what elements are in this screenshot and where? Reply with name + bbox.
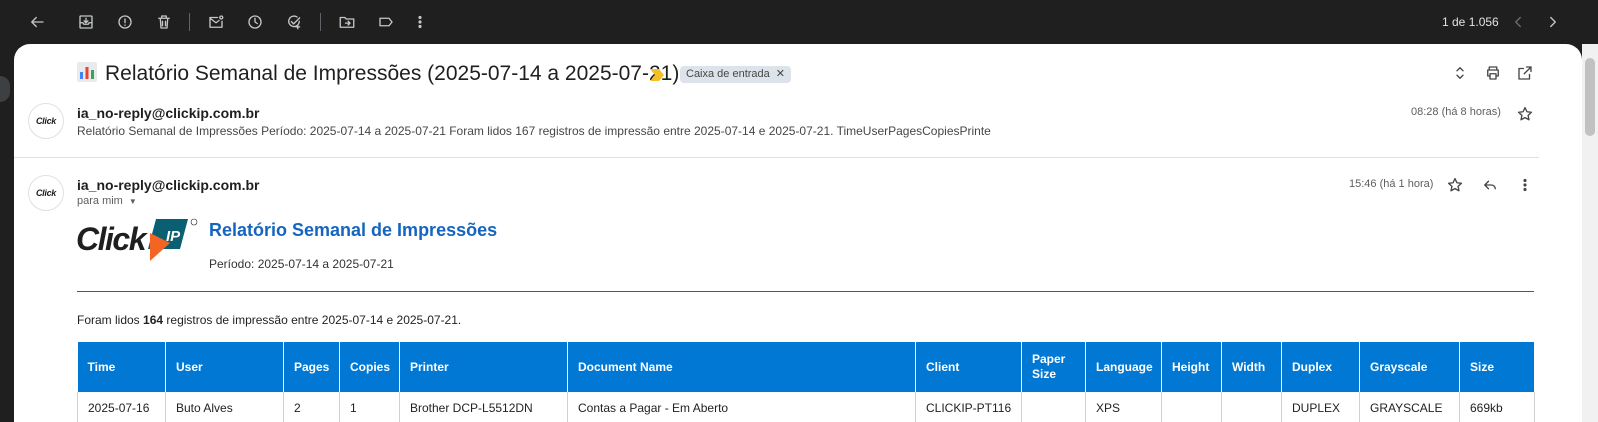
recipient-text: para mim <box>77 195 123 207</box>
older-chevron-icon[interactable] <box>1541 10 1565 34</box>
table-cell: XPS <box>1085 392 1162 422</box>
message-time: 08:28 (há 8 horas) <box>1411 106 1501 118</box>
vertical-scrollbar[interactable] <box>1582 44 1598 422</box>
subject-text: Relatório Semanal de Impressões (2025-07… <box>105 62 680 85</box>
reply-icon[interactable] <box>1479 174 1501 196</box>
inbox-label-chip: Caixa de entrada ✕ <box>680 66 791 83</box>
dropdown-caret-icon[interactable]: ▼ <box>129 197 137 206</box>
column-header: Copies <box>339 342 400 392</box>
label-chip-text: Caixa de entrada <box>686 68 770 80</box>
table-cell <box>1221 392 1282 422</box>
message-time: 15:46 (há 1 hora) <box>1349 178 1434 190</box>
thread-subject: Relatório Semanal de Impressões (2025-07… <box>77 62 679 86</box>
mark-unread-icon[interactable] <box>204 10 228 34</box>
sender-email[interactable]: ia_no-reply@clickip.com.br <box>77 177 260 193</box>
recipient-details[interactable]: para mim ▼ <box>77 195 137 207</box>
table-cell <box>1021 392 1086 422</box>
record-count: 164 <box>143 313 164 327</box>
table-row: 2025-07-16 Buto Alves 2 1 Brother DCP-L5512D… <box>77 392 1535 422</box>
column-header: Language <box>1085 342 1162 392</box>
table-cell: 2025-07-16 <box>77 392 166 422</box>
table-cell: 1 <box>339 392 400 422</box>
table-cell: GRAYSCALE <box>1359 392 1460 422</box>
table-cell: 2 <box>283 392 340 422</box>
expand-all-icon[interactable] <box>1449 62 1471 84</box>
back-arrow-icon[interactable] <box>25 10 49 34</box>
open-new-window-icon[interactable] <box>1514 62 1536 84</box>
intro-text: Foram lidos 164 registros de impressão e… <box>77 313 462 327</box>
column-header: Pages <box>283 342 340 392</box>
table-cell: CLICKIP-PT116 <box>915 392 1022 422</box>
column-header: Grayscale <box>1359 342 1460 392</box>
label-icon[interactable] <box>374 10 398 34</box>
remove-label-icon[interactable]: ✕ <box>776 68 785 80</box>
logo-text: Click <box>76 221 149 257</box>
column-header: Paper Size <box>1021 342 1086 392</box>
table-cell: Contas a Pagar - Em Aberto <box>567 392 916 422</box>
column-header: Width <box>1221 342 1282 392</box>
reading-pane: Relatório Semanal de Impressões (2025-07… <box>14 44 1582 422</box>
sender-avatar: Click <box>28 103 64 139</box>
column-header: Printer <box>399 342 568 392</box>
move-to-icon[interactable] <box>335 10 359 34</box>
star-icon[interactable] <box>1514 103 1536 125</box>
column-header: User <box>165 342 284 392</box>
column-header: Height <box>1161 342 1222 392</box>
table-cell: 669kb <box>1459 392 1535 422</box>
more-vert-icon[interactable] <box>408 10 432 34</box>
column-header: Document Name <box>567 342 916 392</box>
top-toolbar: 1 de 1.056 <box>0 0 1598 44</box>
table-cell: Brother DCP-L5512DN <box>399 392 568 422</box>
title-divider <box>77 291 1534 292</box>
more-vert-icon[interactable] <box>1514 174 1536 196</box>
bar-chart-icon <box>77 62 97 82</box>
delete-icon[interactable] <box>152 10 176 34</box>
message-snippet[interactable]: Relatório Semanal de Impressões Período:… <box>77 124 991 138</box>
column-header: Size <box>1459 342 1535 392</box>
print-report-table: Time User Pages Copies Printer Document Name C… <box>77 342 1535 422</box>
clickip-logo: Click IP <box>76 218 198 261</box>
add-to-tasks-icon[interactable] <box>282 10 306 34</box>
print-icon[interactable] <box>1482 62 1504 84</box>
logo-badge-text: IP <box>166 228 181 245</box>
table-cell: DUPLEX <box>1281 392 1360 422</box>
message-counter: 1 de 1.056 <box>1442 15 1499 29</box>
column-header: Duplex <box>1281 342 1360 392</box>
report-spam-icon[interactable] <box>113 10 137 34</box>
scrollbar-thumb[interactable] <box>1585 58 1595 136</box>
table-header-row: Time User Pages Copies Printer Document Name C… <box>77 342 1535 392</box>
side-panel-handle[interactable] <box>0 76 10 102</box>
sender-email[interactable]: ia_no-reply@clickip.com.br <box>77 105 260 121</box>
newer-chevron-icon[interactable] <box>1506 10 1530 34</box>
snooze-icon[interactable] <box>243 10 267 34</box>
star-icon[interactable] <box>1444 174 1466 196</box>
report-title: Relatório Semanal de Impressões <box>209 220 498 240</box>
column-header: Client <box>915 342 1022 392</box>
message-divider <box>14 157 1539 158</box>
table-cell: Buto Alves <box>165 392 284 422</box>
column-header: Time <box>77 342 166 392</box>
important-marker-icon[interactable] <box>650 69 664 81</box>
archive-icon[interactable] <box>74 10 98 34</box>
table-cell <box>1161 392 1222 422</box>
report-period: Período: 2025-07-14 a 2025-07-21 <box>209 257 394 271</box>
sender-avatar: Click <box>28 175 64 211</box>
